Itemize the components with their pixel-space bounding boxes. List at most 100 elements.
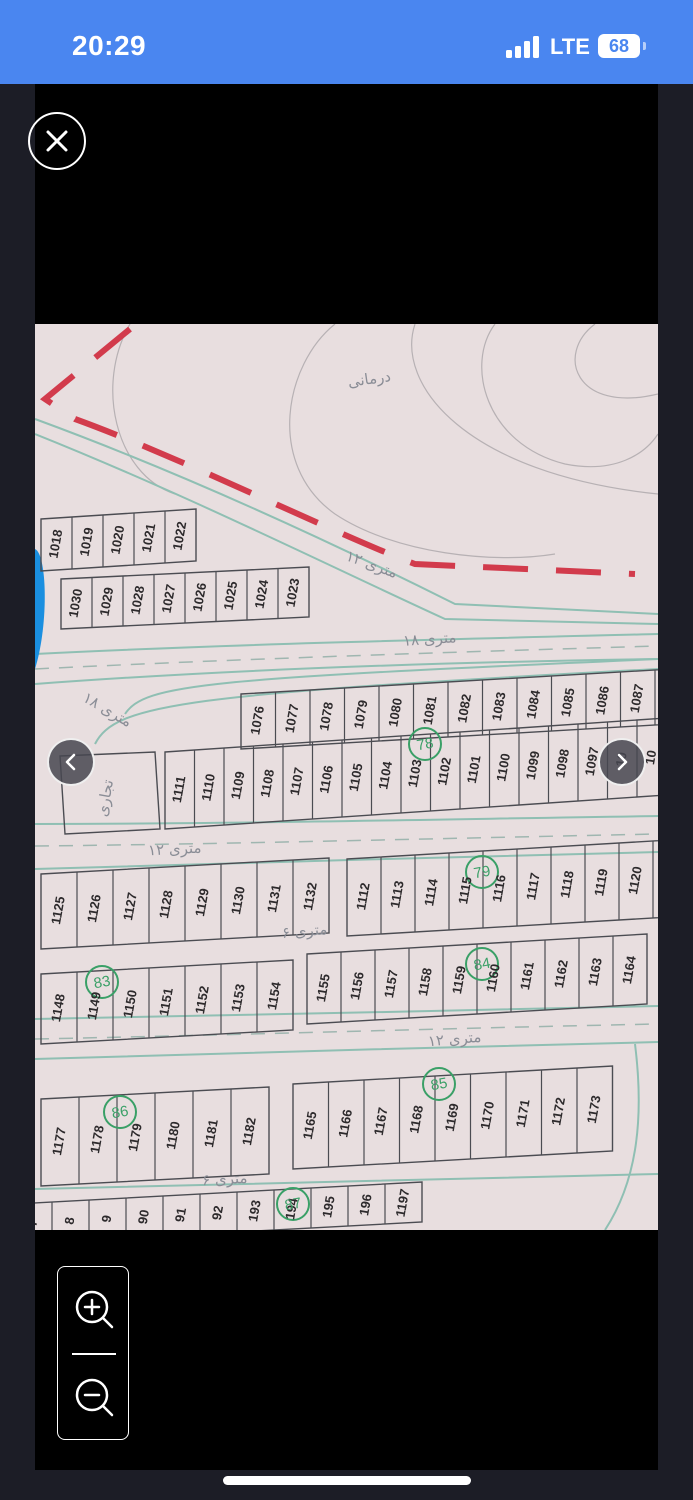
- parcel-number: 1154: [264, 980, 284, 1011]
- block-number: 86: [110, 1103, 129, 1123]
- parcel-number: 1078: [316, 701, 336, 732]
- parcel-number: 1157: [381, 969, 401, 999]
- parcel-number: 1149: [84, 991, 104, 1021]
- parcel-number: 1172: [548, 1096, 568, 1126]
- parcel-number: 1181: [201, 1118, 221, 1148]
- parcel-number: 1020: [108, 524, 128, 555]
- contour-lines: [112, 324, 658, 559]
- battery-icon: 68: [598, 34, 640, 58]
- road-width-label: ۱۸ متری: [402, 628, 457, 650]
- parcel-number: 1197: [393, 1188, 413, 1218]
- clock: 20:29: [72, 30, 147, 61]
- zoom-out-button[interactable]: [72, 1375, 116, 1419]
- parcel-number: 1107: [287, 766, 307, 796]
- parcel-number: 1103: [405, 758, 425, 788]
- parcel-number: 1027: [159, 583, 179, 614]
- parcel-number: 1156: [347, 971, 367, 1001]
- network-type: LTE: [550, 34, 590, 59]
- home-indicator[interactable]: [223, 1476, 471, 1485]
- block-number: 83: [92, 973, 111, 993]
- parcel-number: 1151: [156, 987, 176, 1017]
- block-number: 78: [415, 735, 434, 755]
- parcel-number: 1131: [264, 883, 284, 913]
- parcel-number: 1182: [239, 1116, 259, 1146]
- close-button[interactable]: [28, 112, 86, 170]
- parcel-number: 91: [172, 1206, 189, 1223]
- parcel-number: 1087: [627, 683, 647, 714]
- parcel-number: 1030: [66, 588, 86, 619]
- parcel-number: 1083: [489, 691, 509, 722]
- parcel-number: 1168: [406, 1104, 426, 1134]
- parcel-number: 1152: [192, 985, 212, 1015]
- parcel-number: 1026: [190, 582, 210, 613]
- parcel-number: 1177: [49, 1126, 69, 1156]
- parcel-number: 1082: [454, 693, 474, 724]
- status-bar: 20:29 LTE 68: [0, 0, 693, 84]
- block-number: 85: [429, 1075, 448, 1095]
- parcel-number: 1106: [316, 764, 336, 794]
- parcel-number: 1086: [592, 685, 612, 716]
- parcel-number: 1116: [489, 873, 509, 903]
- zoom-controls: [57, 1266, 129, 1440]
- parcel-number: 1114: [421, 877, 441, 907]
- road-width-label: ۶ متری: [202, 1169, 248, 1189]
- parcel-number: 1110: [198, 772, 218, 802]
- parcel-number: 1029: [97, 586, 117, 617]
- zoom-divider: [72, 1353, 116, 1355]
- parcel-number: 1164: [619, 954, 639, 985]
- parcel-number: 1109: [228, 770, 248, 800]
- previous-image-button[interactable]: [47, 738, 95, 786]
- cadastral-map: 1018 1019 1020 1021 1022 1030 1029 1028 1027 1026…: [35, 324, 658, 1230]
- parcel-number: 1119: [591, 867, 611, 897]
- parcel-number: 8: [61, 1216, 77, 1226]
- parcel-number: 195: [319, 1195, 338, 1219]
- close-icon: [46, 130, 68, 152]
- parcel-number: 1128: [156, 889, 176, 919]
- parcel-number: 1127: [120, 891, 140, 921]
- parcel-number: 1079: [351, 699, 371, 730]
- parcel-number: 1077: [282, 703, 302, 734]
- parcel-number: 1125: [48, 895, 68, 925]
- parcel-number: 9: [98, 1214, 114, 1224]
- parcel-number: 193: [245, 1199, 264, 1223]
- parcel-number: 1112: [353, 881, 373, 911]
- parcel-number: 1170: [477, 1100, 497, 1130]
- parcel-number: 1129: [192, 887, 212, 917]
- parcel-number: 1150: [120, 989, 140, 1019]
- next-image-button[interactable]: [598, 738, 646, 786]
- parcel-number: 1098: [552, 748, 572, 779]
- parcel-number: 1169: [442, 1102, 462, 1132]
- parcel-number: 1022: [170, 520, 190, 551]
- parcel-number: 1117: [523, 871, 543, 901]
- parcel-number: 1167: [371, 1106, 391, 1136]
- road-width-label: ۶ متری: [281, 920, 328, 942]
- zoom-in-button[interactable]: [72, 1287, 116, 1331]
- parcel-number: 1115: [455, 875, 475, 905]
- commercial-zone-label: تجاری: [93, 778, 117, 818]
- parcel-number: 1173: [584, 1094, 604, 1124]
- parcel-number: 1105: [346, 762, 366, 792]
- parcel-number: 1076: [247, 705, 267, 736]
- parcel-number: 1178: [87, 1124, 107, 1154]
- parcel-number: 1081: [420, 695, 440, 726]
- block-number: 84: [472, 955, 491, 975]
- parcel-number: 1130: [228, 885, 248, 915]
- parcel-number: 1120: [625, 865, 645, 895]
- parcel-number: 1084: [523, 688, 543, 720]
- parcel-number: 1163: [585, 957, 605, 987]
- chevron-right-icon: [617, 753, 628, 771]
- parcel-number: 1159: [449, 965, 469, 995]
- parcel-number: 1099: [523, 750, 543, 781]
- parcel-number: 90: [135, 1208, 152, 1225]
- chevron-left-icon: [65, 753, 76, 771]
- parcel-number: 1101: [464, 754, 484, 784]
- map-photo[interactable]: 1018 1019 1020 1021 1022 1030 1029 1028 1027 1026…: [35, 324, 658, 1230]
- parcel-number: 1025: [221, 580, 241, 611]
- parcel-number: 1023: [283, 577, 303, 608]
- block-number: 79: [472, 863, 491, 883]
- medical-zone-label: درمانی: [347, 367, 392, 391]
- parcel-number: 1118: [557, 869, 577, 899]
- parcel-number: 1108: [257, 768, 277, 798]
- parcel-number: 1132: [300, 881, 320, 911]
- parcel-number: 1018: [46, 528, 66, 559]
